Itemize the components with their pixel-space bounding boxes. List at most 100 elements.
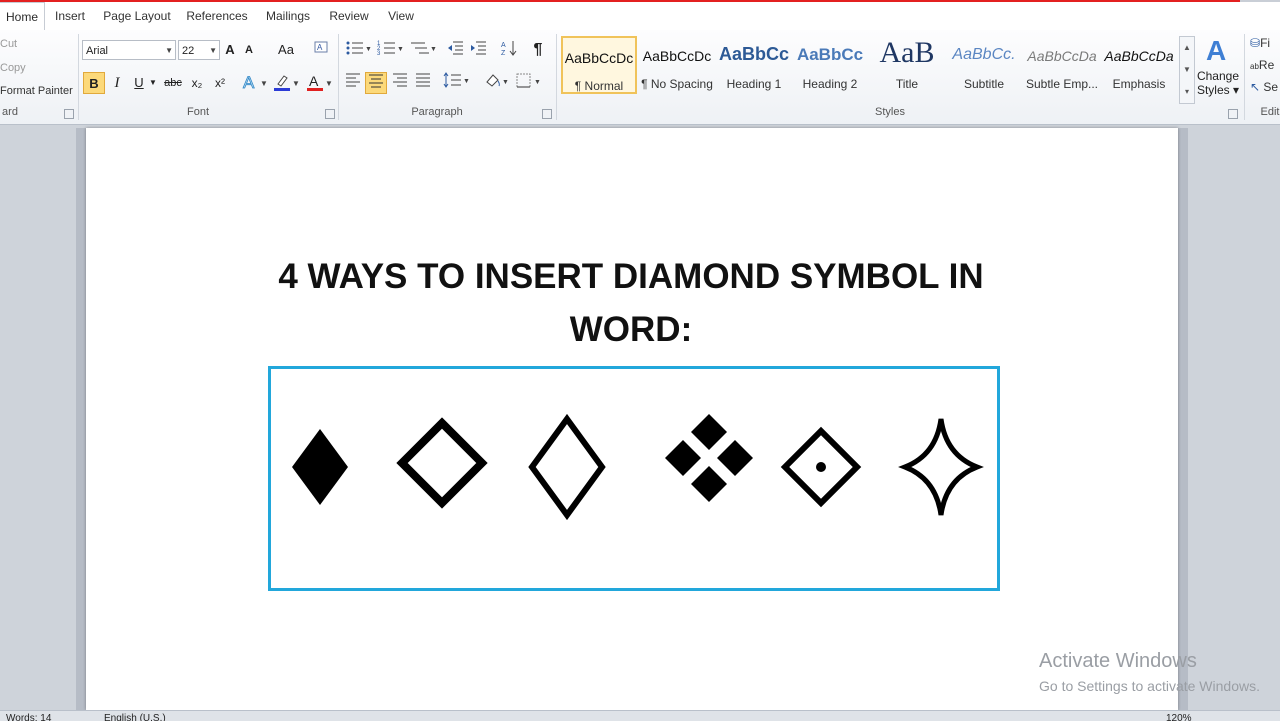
style-name: Title	[895, 77, 919, 91]
bullets-icon[interactable]: ▼	[344, 39, 374, 61]
chevron-down-icon[interactable]: ▼	[148, 72, 158, 94]
shrink-font-button[interactable]: A	[242, 39, 256, 61]
styles-scroll[interactable]: ▲ ▼ ▾	[1179, 36, 1195, 104]
scroll-up-icon[interactable]: ▲	[1180, 37, 1194, 59]
tab-mailings[interactable]: Mailings	[260, 2, 316, 30]
bold-button[interactable]: B	[83, 72, 105, 94]
tab-page-layout[interactable]: Page Layout	[100, 2, 174, 30]
tab-home[interactable]: Home	[0, 2, 45, 32]
grow-font-button[interactable]: A	[222, 39, 238, 61]
clipboard-group-label: ard	[2, 106, 18, 118]
symbols-frame[interactable]	[268, 366, 1000, 591]
svg-text:A: A	[1206, 35, 1226, 64]
underline-button[interactable]: U	[132, 72, 146, 94]
find-button[interactable]: ⛁Fi	[1250, 36, 1270, 50]
tab-references[interactable]: References	[184, 2, 250, 30]
styles-launcher-icon[interactable]	[1228, 109, 1238, 119]
document-page[interactable]: 4 WAYS TO INSERT DIAMOND SYMBOL IN WORD:	[86, 128, 1178, 710]
superscript-button[interactable]: x²	[211, 72, 229, 94]
svg-text:▼: ▼	[430, 46, 437, 53]
style-subtitle[interactable]: AaBbCc. Subtitle	[946, 36, 1022, 94]
borders-icon[interactable]: ▼	[514, 72, 544, 94]
svg-text:Z: Z	[501, 50, 506, 57]
clipboard-launcher-icon[interactable]	[64, 109, 74, 119]
multilevel-list-icon[interactable]: ▼	[408, 39, 438, 61]
line-spacing-icon[interactable]: ▼	[442, 72, 472, 94]
style-emphasis[interactable]: AaBbCcDa Emphasis	[1101, 36, 1177, 94]
style-sample: AaBbCcDa	[1104, 48, 1174, 64]
style-name: ¶ Normal	[574, 79, 624, 93]
font-color-icon[interactable]: A ▼	[304, 72, 334, 94]
justify-icon[interactable]	[412, 72, 434, 94]
svg-text:▼: ▼	[365, 46, 372, 53]
svg-text:▼: ▼	[260, 79, 268, 88]
style-name: Subtitle	[963, 77, 1005, 91]
numbering-icon[interactable]: 1 2 3 ▼	[376, 39, 406, 61]
style-sample: AaBbCc	[718, 44, 789, 64]
svg-text:A: A	[243, 73, 255, 92]
show-formatting-marks-button[interactable]: ¶	[530, 39, 546, 61]
style-heading-1[interactable]: AaBbCc Heading 1	[716, 36, 792, 94]
tab-review[interactable]: Review	[326, 2, 372, 30]
style-name: Heading 2	[802, 77, 858, 91]
style-subtle-emphasis[interactable]: AaBbCcDa Subtle Emp...	[1024, 36, 1100, 94]
svg-text:A: A	[501, 42, 506, 49]
font-family-select[interactable]: Arial ▼	[82, 40, 176, 60]
activation-watermark-title: Activate Windows	[1039, 650, 1197, 672]
style-sample: AaBbCcDc	[642, 48, 712, 64]
change-styles-button[interactable]: A Change Styles ▾	[1196, 34, 1240, 104]
separator	[338, 34, 339, 120]
replace-button[interactable]: abRe	[1250, 58, 1274, 72]
tab-insert[interactable]: Insert	[50, 2, 90, 30]
align-left-icon[interactable]	[342, 72, 364, 94]
outline-diamond-icon	[396, 417, 488, 509]
font-size-select[interactable]: 22 ▼	[178, 40, 220, 60]
four-diamonds-icon	[665, 414, 753, 502]
format-painter-button[interactable]: Format Painter	[0, 85, 73, 97]
style-sample: AaBbCcDc	[564, 50, 634, 66]
shading-icon[interactable]: ▼	[482, 72, 512, 94]
clear-formatting-icon[interactable]: A	[312, 39, 332, 61]
subscript-button[interactable]: x₂	[188, 72, 206, 94]
replace-icon: ab	[1250, 62, 1259, 71]
separator	[1244, 34, 1245, 120]
italic-button[interactable]: I	[110, 72, 124, 94]
style-heading-2[interactable]: AaBbCc Heading 2	[792, 36, 868, 94]
svg-text:▼: ▼	[325, 79, 333, 88]
align-right-icon[interactable]	[389, 72, 411, 94]
more-styles-icon[interactable]: ▾	[1180, 81, 1194, 103]
style-normal[interactable]: AaBbCcDc ¶ Normal	[561, 36, 637, 94]
decrease-indent-icon[interactable]	[446, 39, 466, 61]
tall-diamond-icon	[528, 413, 606, 521]
style-sample: AaBbCc	[796, 45, 864, 64]
change-styles-icon: A	[1206, 35, 1226, 66]
scroll-down-icon[interactable]: ▼	[1180, 59, 1194, 81]
copy-button[interactable]: Copy	[0, 62, 26, 74]
style-sample: AaB	[879, 36, 935, 69]
ribbon: Cut Copy Format Painter ard Arial ▼ 22 ▼ A…	[0, 30, 1280, 125]
filled-diamond-icon	[292, 429, 348, 505]
align-center-icon[interactable]	[365, 72, 387, 94]
change-styles-label: Styles ▾	[1196, 83, 1240, 97]
strikethrough-button[interactable]: abc	[162, 72, 184, 94]
svg-text:▼: ▼	[502, 79, 509, 86]
tab-view[interactable]: View	[382, 2, 420, 30]
page-right-margin	[1178, 128, 1188, 710]
select-button[interactable]: ↖ Se	[1250, 80, 1278, 94]
style-title[interactable]: AaB Title	[869, 36, 945, 94]
paragraph-launcher-icon[interactable]	[542, 109, 552, 119]
svg-text:3: 3	[377, 51, 381, 57]
style-no-spacing[interactable]: AaBbCcDc ¶ No Spacing	[639, 36, 715, 94]
change-case-button[interactable]: Aa	[274, 39, 298, 61]
cursor-icon: ↖	[1250, 80, 1261, 94]
style-sample: AaBbCc.	[952, 46, 1016, 63]
svg-text:A: A	[317, 43, 323, 52]
cut-button[interactable]: Cut	[0, 38, 17, 50]
font-size-value: 22	[182, 45, 195, 57]
increase-indent-icon[interactable]	[469, 39, 489, 61]
svg-text:▼: ▼	[292, 79, 300, 88]
sort-icon[interactable]: AZ	[499, 39, 519, 61]
highlight-color-icon[interactable]: ▼	[271, 72, 301, 94]
font-launcher-icon[interactable]	[325, 109, 335, 119]
text-effects-icon[interactable]: A ▼	[240, 72, 270, 94]
